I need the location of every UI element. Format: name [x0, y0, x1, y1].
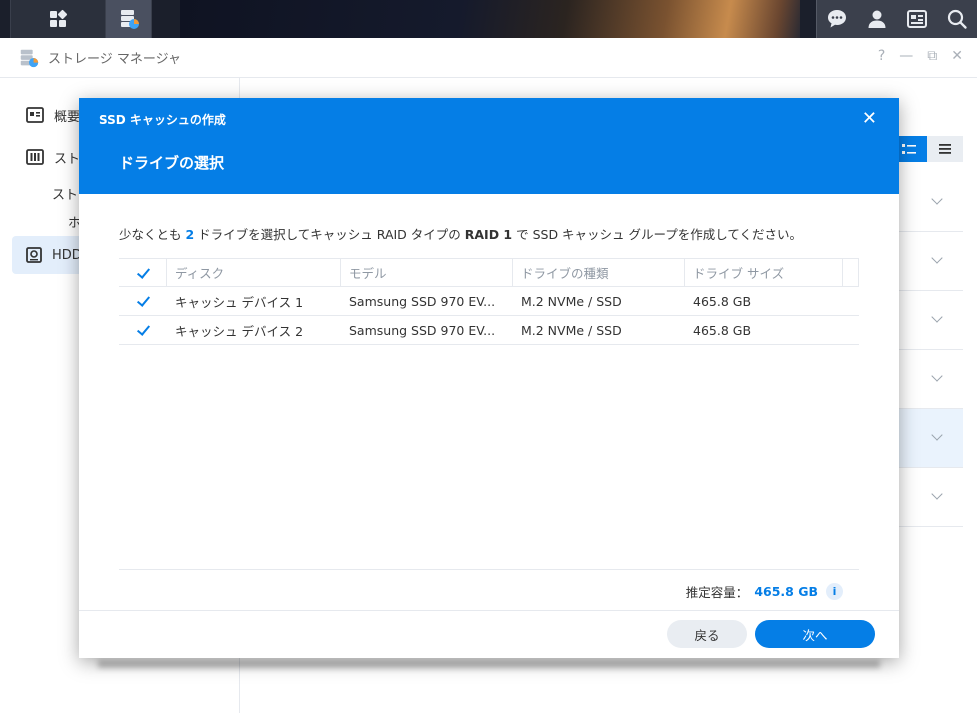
- storage-manager-taskbar-button[interactable]: [106, 0, 152, 38]
- drive-table: ディスク モデル ドライブの種類 ドライブ サイズ キャッシュ デバイス 1 S…: [119, 258, 859, 345]
- instruction-part: で SSD キャッシュ グループを作成してください。: [512, 227, 803, 242]
- help-icon[interactable]: ?: [878, 48, 885, 64]
- widgets-button[interactable]: [897, 0, 937, 38]
- dialog-shadow: [98, 660, 880, 668]
- select-all-checkbox[interactable]: [135, 265, 151, 281]
- select-all-cell: [119, 258, 167, 287]
- chat-icon: [828, 10, 846, 28]
- chat-button[interactable]: [817, 0, 857, 38]
- storage-manager-icon: [20, 49, 39, 67]
- sidebar-item-label: HDD: [52, 247, 82, 263]
- desktop-wallpaper: [180, 0, 800, 38]
- chevron-down-icon[interactable]: [931, 488, 943, 500]
- hdd-icon: [26, 247, 42, 263]
- capacity-value: 465.8 GB: [754, 584, 818, 599]
- chevron-down-icon[interactable]: [931, 429, 943, 441]
- search-icon: [947, 9, 967, 29]
- cell-disk: キャッシュ デバイス 1: [175, 294, 304, 310]
- dialog-footer: 戻る 次へ: [79, 610, 899, 658]
- row-checkbox[interactable]: [135, 293, 151, 309]
- sidebar-item-label: スト: [54, 151, 81, 167]
- cell-model: Samsung SSD 970 EV...: [349, 322, 496, 338]
- app-title: ストレージ マネージャ: [48, 52, 181, 67]
- column-header-model[interactable]: モデル: [341, 258, 513, 287]
- taskbar: [0, 0, 977, 38]
- dialog-close-button[interactable]: ✕: [862, 108, 877, 129]
- storage-pool-icon: [26, 149, 44, 165]
- app-titlebar: ストレージ マネージャ ? — ⧉ ✕: [0, 38, 977, 78]
- window-controls: ? — ⧉ ✕: [878, 48, 963, 64]
- chevron-down-icon[interactable]: [931, 193, 943, 205]
- search-button[interactable]: [937, 0, 977, 38]
- estimated-capacity: 推定容量： 465.8 GB i: [686, 582, 843, 601]
- cell-size: 465.8 GB: [693, 293, 752, 309]
- chevron-down-icon[interactable]: [931, 252, 943, 264]
- divider: [119, 569, 859, 570]
- instruction-part: 少なくとも: [119, 227, 186, 242]
- column-header-disk[interactable]: ディスク: [167, 258, 341, 287]
- dialog-title: SSD キャッシュの作成: [99, 113, 226, 127]
- next-button[interactable]: 次へ: [755, 620, 875, 648]
- close-icon[interactable]: ✕: [951, 48, 963, 64]
- minimize-icon[interactable]: —: [899, 48, 913, 64]
- row-checkbox-cell: [119, 316, 167, 345]
- restore-icon[interactable]: ⧉: [927, 48, 937, 64]
- grid-icon: [50, 9, 68, 27]
- dialog-heading: ドライブの選択: [119, 154, 225, 172]
- back-button[interactable]: 戻る: [667, 620, 747, 648]
- user-icon: [868, 10, 886, 28]
- table-header: ディスク モデル ドライブの種類 ドライブ サイズ: [119, 258, 859, 287]
- overview-icon: [26, 107, 44, 123]
- cell-type: M.2 NVMe / SSD: [521, 322, 622, 338]
- row-checkbox-cell: [119, 287, 167, 316]
- taskbar-right: [816, 0, 977, 38]
- chevron-down-icon[interactable]: [931, 311, 943, 323]
- drive-count: 2: [185, 227, 195, 242]
- table-row[interactable]: キャッシュ デバイス 2 Samsung SSD 970 EV... M.2 N…: [119, 316, 859, 345]
- row-checkbox[interactable]: [135, 322, 151, 338]
- taskbar-left: [0, 0, 152, 38]
- instruction-text: 少なくとも 2 ドライブを選択してキャッシュ RAID タイプの RAID 1 …: [119, 224, 802, 243]
- table-row[interactable]: キャッシュ デバイス 1 Samsung SSD 970 EV... M.2 N…: [119, 287, 859, 316]
- cell-size: 465.8 GB: [693, 322, 752, 338]
- user-button[interactable]: [857, 0, 897, 38]
- storage-manager-icon: [120, 10, 139, 29]
- sidebar-item-label: 概要: [54, 109, 81, 125]
- column-header-type[interactable]: ドライブの種類: [513, 258, 685, 287]
- raid-type: RAID 1: [464, 227, 513, 242]
- cell-type: M.2 NVMe / SSD: [521, 293, 622, 309]
- main-menu-button[interactable]: [10, 0, 106, 38]
- dialog-header: SSD キャッシュの作成 ドライブの選択 ✕: [79, 98, 899, 194]
- capacity-label: 推定容量：: [685, 585, 749, 600]
- cell-model: Samsung SSD 970 EV...: [349, 293, 496, 309]
- ssd-cache-dialog: SSD キャッシュの作成 ドライブの選択 ✕ 少なくとも 2 ドライブを選択して…: [79, 98, 899, 658]
- column-header-size[interactable]: ドライブ サイズ: [685, 258, 843, 287]
- info-icon[interactable]: i: [826, 583, 843, 600]
- column-header-spacer: [843, 258, 859, 287]
- cell-disk: キャッシュ デバイス 2: [175, 323, 304, 339]
- chevron-down-icon[interactable]: [931, 370, 943, 382]
- widgets-icon: [907, 10, 927, 28]
- sidebar-item-label: スト: [52, 187, 79, 203]
- instruction-part: ドライブを選択してキャッシュ RAID タイプの: [194, 227, 465, 242]
